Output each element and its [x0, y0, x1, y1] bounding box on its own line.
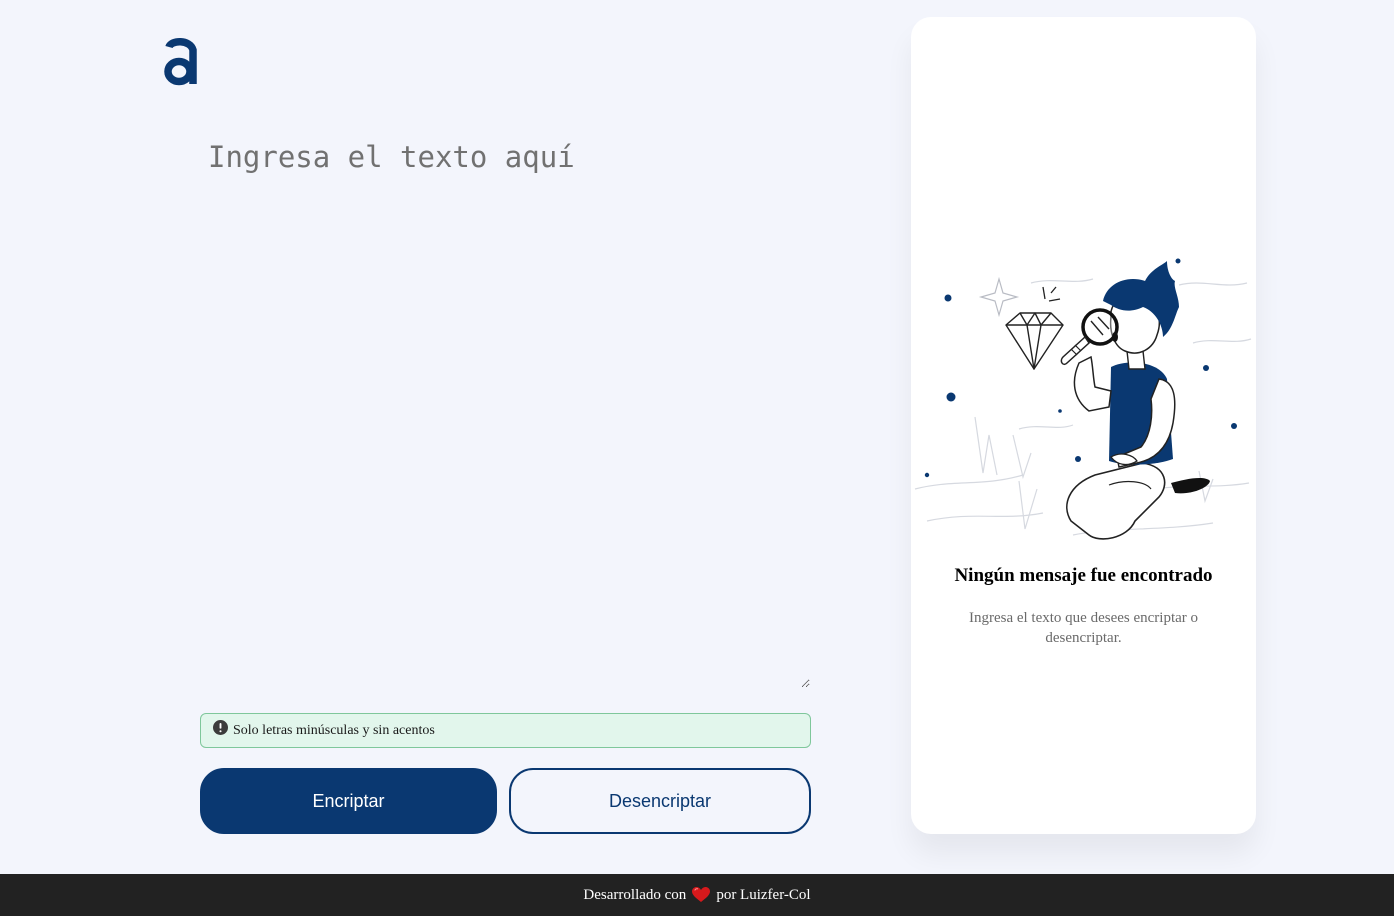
footer: Desarrollado con por Luizfer-Col [0, 874, 1394, 916]
heart-icon [692, 887, 711, 902]
empty-state-description: Ingresa el texto que desees encriptar o … [968, 610, 1199, 646]
hint-text: Solo letras minúsculas y sin acentos [233, 722, 435, 738]
decrypt-button[interactable]: Desencriptar [509, 768, 811, 834]
alura-logo-icon[interactable] [160, 36, 200, 88]
person-with-magnifying-glass-illustration [914, 258, 1252, 540]
encrypt-button[interactable]: Encriptar [200, 768, 497, 834]
footer-credit-author[interactable]: por Luizfer-Col [716, 887, 810, 904]
result-panel: Ningún mensaje fue encontrado Ingresa el… [911, 17, 1256, 834]
validation-hint: Solo letras minúsculas y sin acentos [200, 713, 811, 748]
empty-state-title: Ningún mensaje fue encontrado [954, 565, 1213, 586]
exclamation-circle-icon [213, 720, 228, 735]
message-textarea[interactable] [200, 132, 810, 688]
footer-credit-prefix: Desarrollado con [583, 886, 687, 903]
